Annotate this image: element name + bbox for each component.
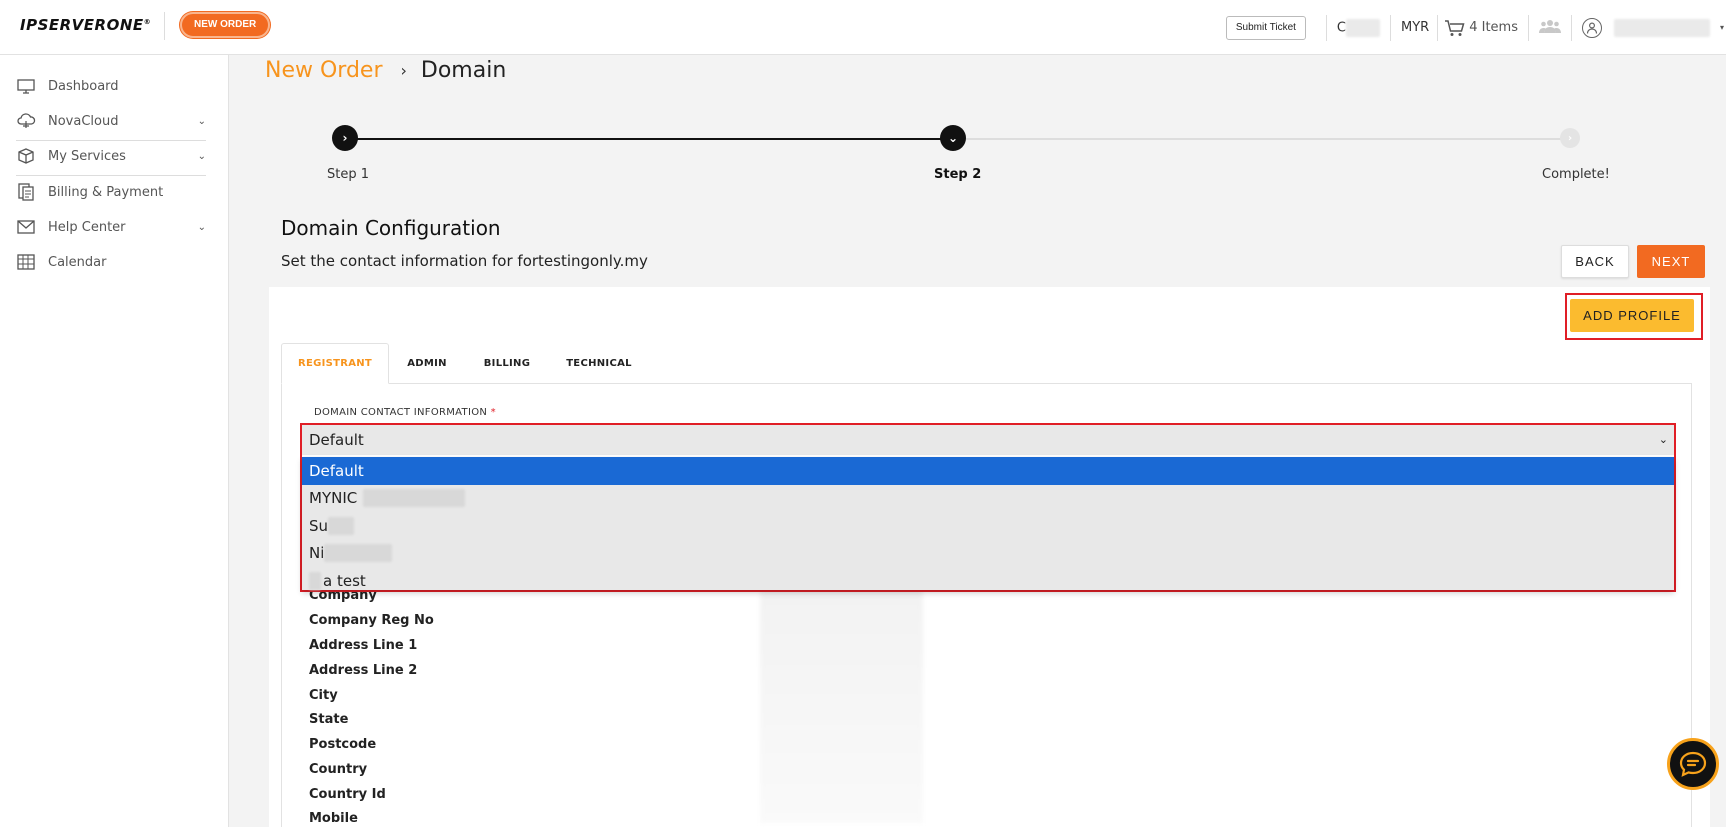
step-3-label: Complete! xyxy=(1542,167,1610,182)
user-name[interactable] xyxy=(1613,18,1710,37)
info-label-mobile: Mobile xyxy=(309,811,358,826)
tab-technical[interactable]: TECHNICAL xyxy=(558,343,640,384)
option-test[interactable]: a test xyxy=(302,567,1674,595)
page-title: Domain Configuration xyxy=(281,216,501,240)
cloud-icon xyxy=(16,113,36,129)
breadcrumb-current: Domain xyxy=(420,57,507,83)
team-icon[interactable] xyxy=(1538,18,1561,38)
sidebar-item-label: Calendar xyxy=(48,254,107,270)
sidebar-item-label: Dashboard xyxy=(48,78,119,94)
divider xyxy=(1325,14,1327,41)
info-label-address-line-2: Address Line 2 xyxy=(309,663,418,678)
domain-contact-label: DOMAIN CONTACT INFORMATION * xyxy=(314,407,496,418)
option-su[interactable]: Su xyxy=(302,512,1674,540)
sidebar: Dashboard NovaCloud ⌄ My Services ⌄ Bill… xyxy=(0,55,229,827)
redacted-values xyxy=(760,585,923,823)
cart-icon xyxy=(1445,19,1465,36)
sidebar-item-dashboard[interactable]: Dashboard xyxy=(16,69,206,103)
info-label-state: State xyxy=(309,712,349,727)
chevron-down-icon[interactable]: ▾ xyxy=(1720,23,1724,32)
info-label-country-id: Country Id xyxy=(309,787,386,802)
option-mynic[interactable]: MYNIC xyxy=(302,485,1674,513)
chevron-down-icon: ⌄ xyxy=(947,131,959,145)
info-label-postcode: Postcode xyxy=(309,737,377,752)
step-2-label: Step 2 xyxy=(934,167,982,182)
add-profile-button[interactable]: ADD PROFILE xyxy=(1570,299,1694,332)
monitor-icon xyxy=(16,78,36,94)
sidebar-item-novacloud[interactable]: NovaCloud ⌄ xyxy=(16,104,206,138)
chat-icon xyxy=(1679,751,1707,777)
step-2-dot: ⌄ xyxy=(940,125,966,151)
step-3-dot: › xyxy=(1560,128,1580,148)
tab-admin[interactable]: ADMIN xyxy=(396,343,458,384)
header-actions: Submit Ticket C MYR 4 Items ▾ xyxy=(1225,0,1726,55)
divider xyxy=(1570,14,1572,41)
chevron-down-icon: ⌄ xyxy=(1658,433,1668,446)
chevron-down-icon: ⌄ xyxy=(197,222,206,233)
logo[interactable]: IPSERVERONE® xyxy=(20,16,151,34)
submit-ticket-button[interactable]: Submit Ticket xyxy=(1225,15,1306,40)
stepper-line-pending xyxy=(953,138,1571,140)
info-label-country: Country xyxy=(309,762,368,777)
divider xyxy=(164,12,165,40)
stepper-line-completed xyxy=(345,138,953,140)
sidebar-item-label: Billing & Payment xyxy=(48,184,164,200)
box-icon xyxy=(16,148,36,164)
tab-billing[interactable]: BILLING xyxy=(478,343,536,384)
sidebar-item-label: My Services xyxy=(48,148,126,164)
divider xyxy=(1527,14,1529,41)
divider xyxy=(1390,14,1391,41)
info-label-city: City xyxy=(309,688,338,703)
option-ni[interactable]: Ni xyxy=(302,540,1674,568)
info-label-address-line-1: Address Line 1 xyxy=(309,638,418,653)
tab-registrant[interactable]: REGISTRANT xyxy=(281,343,389,384)
breadcrumb-new-order[interactable]: New Order xyxy=(265,58,383,83)
cart-link[interactable]: 4 Items xyxy=(1444,19,1518,37)
invoice-icon xyxy=(16,183,36,201)
info-label-company-reg-no: Company Reg No xyxy=(309,613,434,628)
chevron-right-icon: › xyxy=(400,60,407,80)
sidebar-item-my-services[interactable]: My Services ⌄ xyxy=(16,139,206,173)
calendar-icon xyxy=(16,254,36,270)
new-order-button[interactable]: NEW ORDER xyxy=(180,12,271,38)
dropdown-options: Default MYNIC Su Ni a test xyxy=(302,457,1674,590)
chevron-right-icon: › xyxy=(342,131,348,145)
top-bar: IPSERVERONE® NEW ORDER Submit Ticket C M… xyxy=(0,0,1726,55)
step-1-label: Step 1 xyxy=(327,167,370,182)
next-button[interactable]: NEXT xyxy=(1637,245,1705,278)
chat-button[interactable] xyxy=(1667,738,1719,790)
sidebar-item-label: Help Center xyxy=(48,219,126,235)
chevron-down-icon: ⌄ xyxy=(197,116,206,127)
sidebar-item-billing[interactable]: Billing & Payment xyxy=(16,175,206,209)
divider xyxy=(1437,14,1439,41)
step-1-dot: › xyxy=(332,125,358,151)
credit-balance[interactable]: C xyxy=(1337,18,1380,37)
sidebar-item-help-center[interactable]: Help Center ⌄ xyxy=(16,210,206,244)
user-icon[interactable] xyxy=(1581,17,1602,38)
page-subtitle: Set the contact information for fortesti… xyxy=(281,252,648,270)
chevron-right-icon: › xyxy=(1567,132,1573,144)
currency-selector[interactable]: MYR xyxy=(1401,20,1429,35)
back-button[interactable]: BACK xyxy=(1561,245,1629,278)
mail-icon xyxy=(16,219,36,235)
sidebar-item-label: NovaCloud xyxy=(48,113,119,129)
chevron-down-icon: ⌄ xyxy=(197,151,206,162)
domain-contact-select[interactable]: Default ⌄ xyxy=(302,425,1674,455)
sidebar-item-calendar[interactable]: Calendar xyxy=(16,245,206,279)
breadcrumb: New Order › Domain xyxy=(265,55,506,85)
option-default[interactable]: Default xyxy=(302,457,1674,485)
